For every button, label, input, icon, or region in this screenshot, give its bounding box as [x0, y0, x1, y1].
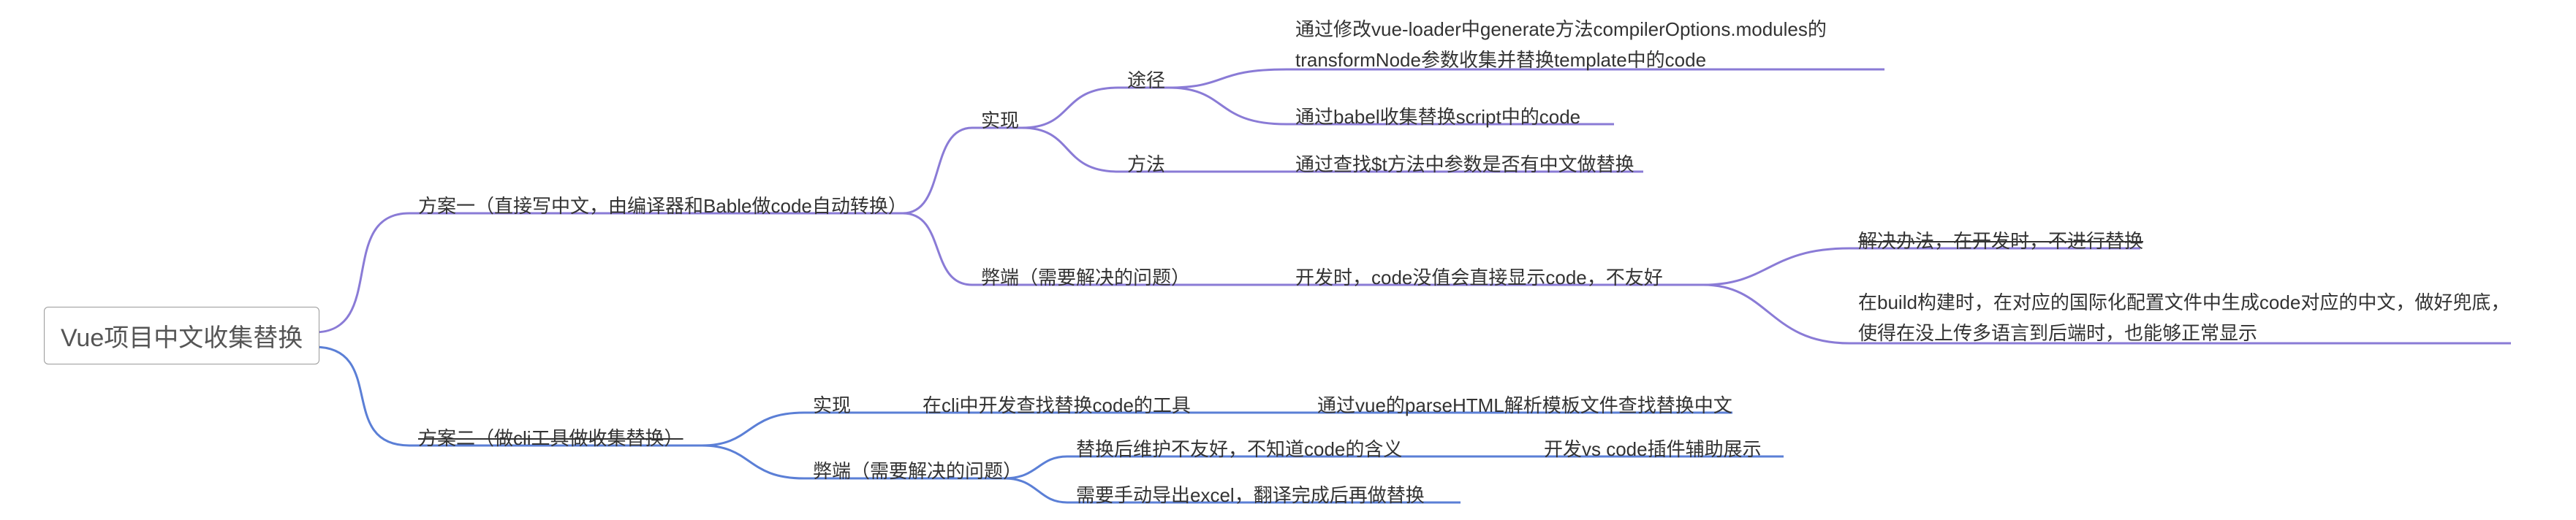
- plan2-node[interactable]: 方案二（做cli工具做收集替换）: [412, 421, 689, 454]
- plan2-impl-a1[interactable]: 通过vue的parseHTML解析模板文件查找替换中文: [1311, 388, 1738, 421]
- plan1-impl-node[interactable]: 实现: [975, 103, 1025, 136]
- plan1-cons-fix2[interactable]: 在build构建时，在对应的国际化配置文件中生成code对应的中文，做好兜底，使…: [1852, 285, 2518, 351]
- root-node[interactable]: Vue项目中文收集替换: [44, 307, 319, 364]
- plan2-cons-b[interactable]: 需要手动导出excel，翻译完成后再做替换: [1070, 478, 1431, 511]
- plan1-cons-fix1[interactable]: 解决办法，在开发时，不进行替换: [1852, 223, 2149, 256]
- plan1-impl-way-a[interactable]: 通过修改vue-loader中generate方法compilerOptions…: [1289, 12, 1896, 78]
- plan2-cons-a[interactable]: 替换后维护不友好，不知道code的含义: [1070, 432, 1408, 464]
- plan1-impl-method-a[interactable]: 通过查找$t方法中参数是否有中文做替换: [1289, 147, 1640, 180]
- plan2-cons-a1[interactable]: 开发vs code插件辅助展示: [1538, 432, 1768, 464]
- plan2-impl-node[interactable]: 实现: [807, 388, 857, 421]
- plan1-impl-method-node[interactable]: 方法: [1121, 147, 1171, 180]
- plan1-cons-node[interactable]: 弊端（需要解决的问题）: [975, 260, 1196, 293]
- plan1-impl-way-node[interactable]: 途径: [1121, 63, 1171, 96]
- plan1-impl-way-b[interactable]: 通过babel收集替换script中的code: [1289, 99, 1586, 132]
- plan1-node[interactable]: 方案一（直接写中文，由编译器和Bable做code自动转换）: [412, 188, 913, 221]
- plan2-cons-node[interactable]: 弊端（需要解决的问题）: [807, 454, 1028, 486]
- plan1-cons-a[interactable]: 开发时，code没值会直接显示code，不友好: [1289, 260, 1669, 293]
- plan2-impl-a[interactable]: 在cli中开发查找替换code的工具: [917, 388, 1197, 421]
